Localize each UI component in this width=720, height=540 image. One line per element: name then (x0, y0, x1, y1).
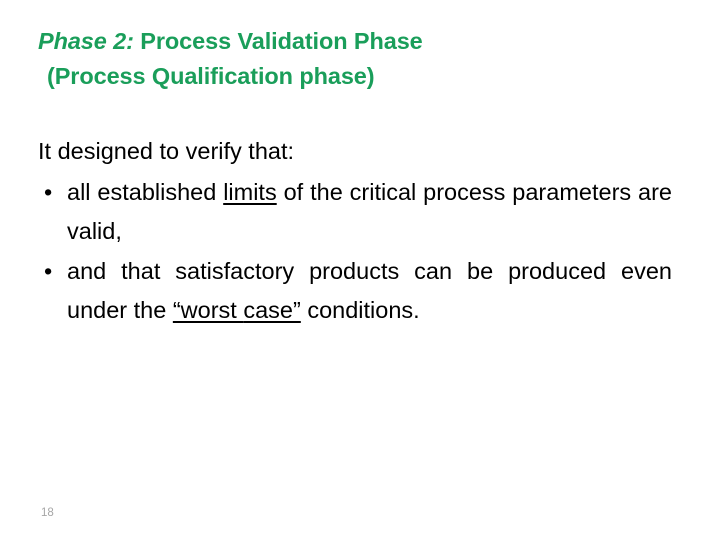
list-item-segment-underlined: “worst (172, 297, 244, 323)
bullet-marker-icon: • (44, 178, 53, 205)
list-item-segment-underlined: limits (223, 178, 277, 205)
body-intro-line: It designed to verify that: (38, 138, 295, 164)
title-phase-name: Process Validation Phase (133, 28, 423, 54)
list-item-text: and that satisfactory products can be pr… (67, 252, 672, 331)
slide-canvas: Phase 2: Process Validation Phase (Proce… (0, 0, 720, 540)
title-phase-label: Phase 2: (38, 28, 134, 54)
list-item-text: all established limits of the critical p… (67, 173, 672, 252)
title-line-1: Phase 2: Process Validation Phase (38, 24, 688, 59)
bullet-marker-icon: • (44, 257, 53, 284)
list-item: • and that satisfactory products can be … (38, 252, 672, 331)
list-item-segment: all established (67, 178, 224, 205)
page-number: 18 (41, 507, 54, 519)
bullet-list: • all established limits of the critical… (38, 173, 672, 331)
slide-title: Phase 2: Process Validation Phase (Proce… (38, 24, 688, 94)
slide-body: It designed to verify that: • all establ… (38, 132, 672, 331)
list-item: • all established limits of the critical… (38, 173, 672, 252)
title-line-2: (Process Qualification phase) (47, 63, 375, 89)
list-item-segment-underlined: case” (243, 297, 301, 323)
list-item-segment: conditions. (300, 297, 420, 323)
